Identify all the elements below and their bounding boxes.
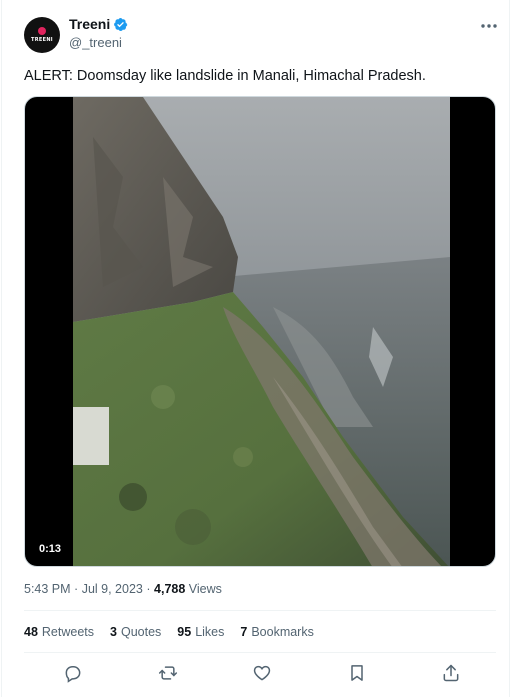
verified-badge-icon [114, 17, 128, 31]
engagement-stats: 48 Retweets 3 Quotes 95 Likes 7 Bookmark… [24, 625, 330, 639]
meta-separator: · [74, 582, 79, 596]
reply-button[interactable] [62, 662, 84, 684]
tweet-date[interactable]: Jul 9, 2023 [82, 582, 143, 596]
bookmark-icon [350, 665, 363, 681]
retweet-button[interactable] [157, 662, 179, 684]
share-button[interactable] [440, 662, 462, 684]
bookmarks-count: 7 [240, 625, 248, 639]
tweet-meta: 5:43 PM · Jul 9, 2023 · 4,788 Views [24, 582, 222, 596]
meta-separator-2: · [146, 582, 151, 596]
quotes-stat[interactable]: 3 Quotes [110, 625, 161, 639]
retweets-label: Retweets [41, 625, 95, 639]
author-display-name[interactable]: Treeni [69, 16, 110, 32]
likes-stat[interactable]: 95 Likes [177, 625, 224, 639]
avatar-logo-icon [38, 27, 46, 35]
views-label: Views [188, 582, 222, 596]
more-button[interactable] [476, 14, 502, 38]
more-horizontal-icon [481, 24, 497, 28]
retweets-count: 48 [24, 625, 38, 639]
retweet-icon [158, 666, 177, 680]
bookmarks-stat[interactable]: 7 Bookmarks [240, 625, 313, 639]
bookmark-button[interactable] [346, 662, 368, 684]
likes-count: 95 [177, 625, 192, 639]
share-icon [443, 664, 459, 682]
reply-icon [65, 666, 81, 683]
action-bar [24, 662, 496, 690]
retweets-stat[interactable]: 48 Retweets [24, 625, 94, 639]
video-player[interactable]: 0:13 [24, 96, 496, 567]
tweet-text: ALERT: Doomsday like landslide in Manali… [24, 68, 426, 84]
author-handle[interactable]: @_treeni [69, 35, 122, 50]
tweet-time[interactable]: 5:43 PM [24, 582, 71, 596]
bookmarks-label: Bookmarks [251, 625, 314, 639]
avatar-text: TREENI [31, 37, 53, 43]
avatar[interactable]: TREENI [24, 17, 60, 53]
divider-bottom [24, 652, 496, 653]
quotes-label: Quotes [120, 625, 162, 639]
video-still-image [73, 97, 450, 566]
author-name-row: Treeni [69, 16, 128, 32]
likes-label: Likes [195, 625, 225, 639]
like-button[interactable] [251, 662, 273, 684]
tweet-card: TREENI Treeni @_treeni ALERT: Doomsday l… [1, 0, 510, 697]
views-count: 4,788 [154, 582, 186, 596]
divider-top [24, 610, 496, 611]
heart-icon [253, 665, 271, 681]
video-frame [73, 97, 450, 566]
video-duration-badge: 0:13 [34, 541, 67, 557]
quotes-count: 3 [110, 625, 117, 639]
